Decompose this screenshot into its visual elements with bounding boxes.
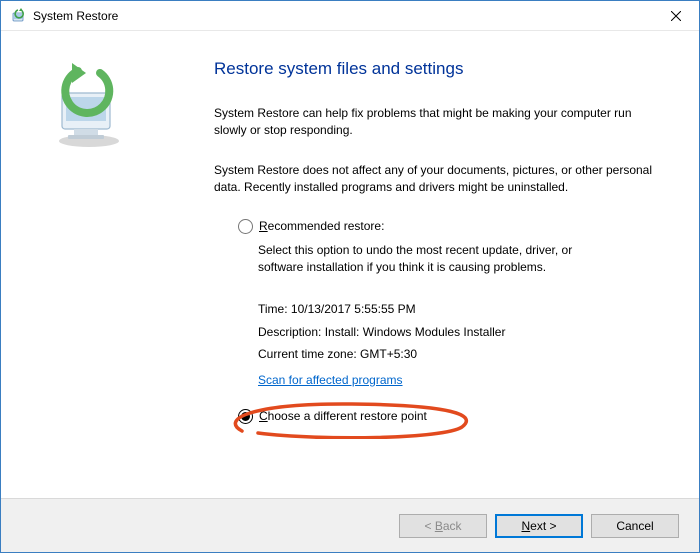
titlebar: System Restore bbox=[1, 1, 699, 31]
choose-different-option[interactable]: Choose a different restore point bbox=[238, 409, 427, 424]
recommended-restore-desc: Select this option to undo the most rece… bbox=[238, 242, 608, 277]
restore-options: Recommended restore: Select this option … bbox=[214, 219, 659, 427]
recommended-restore-option[interactable]: Recommended restore: bbox=[238, 219, 659, 234]
system-restore-icon bbox=[44, 61, 134, 151]
recommended-restore-label[interactable]: Recommended restore: bbox=[259, 219, 384, 233]
wizard-footer: < Back Next > Cancel bbox=[1, 498, 699, 552]
restore-point-details: Time: 10/13/2017 5:55:55 PM Description:… bbox=[238, 298, 659, 365]
scan-affected-link[interactable]: Scan for affected programs bbox=[258, 373, 403, 387]
window-title: System Restore bbox=[31, 9, 653, 23]
detail-time: Time: 10/13/2017 5:55:55 PM bbox=[258, 298, 659, 320]
back-button: < Back bbox=[399, 514, 487, 538]
recommended-restore-radio[interactable] bbox=[238, 219, 253, 234]
choose-different-option-wrap: Choose a different restore point bbox=[238, 409, 427, 424]
wizard-sidebar bbox=[1, 31, 176, 498]
app-icon bbox=[7, 8, 31, 24]
choose-different-radio[interactable] bbox=[238, 409, 253, 424]
content-area: Restore system files and settings System… bbox=[1, 31, 699, 498]
next-button[interactable]: Next > bbox=[495, 514, 583, 538]
main-panel: Restore system files and settings System… bbox=[176, 31, 699, 498]
page-heading: Restore system files and settings bbox=[214, 59, 659, 79]
detail-description: Description: Install: Windows Modules In… bbox=[258, 321, 659, 343]
detail-timezone: Current time zone: GMT+5:30 bbox=[258, 343, 659, 365]
intro-text-1: System Restore can help fix problems tha… bbox=[214, 105, 659, 140]
cancel-button[interactable]: Cancel bbox=[591, 514, 679, 538]
close-button[interactable] bbox=[653, 1, 699, 31]
scan-affected-link-row: Scan for affected programs bbox=[238, 373, 659, 387]
choose-different-label[interactable]: Choose a different restore point bbox=[259, 409, 427, 423]
intro-text-2: System Restore does not affect any of yo… bbox=[214, 162, 659, 197]
